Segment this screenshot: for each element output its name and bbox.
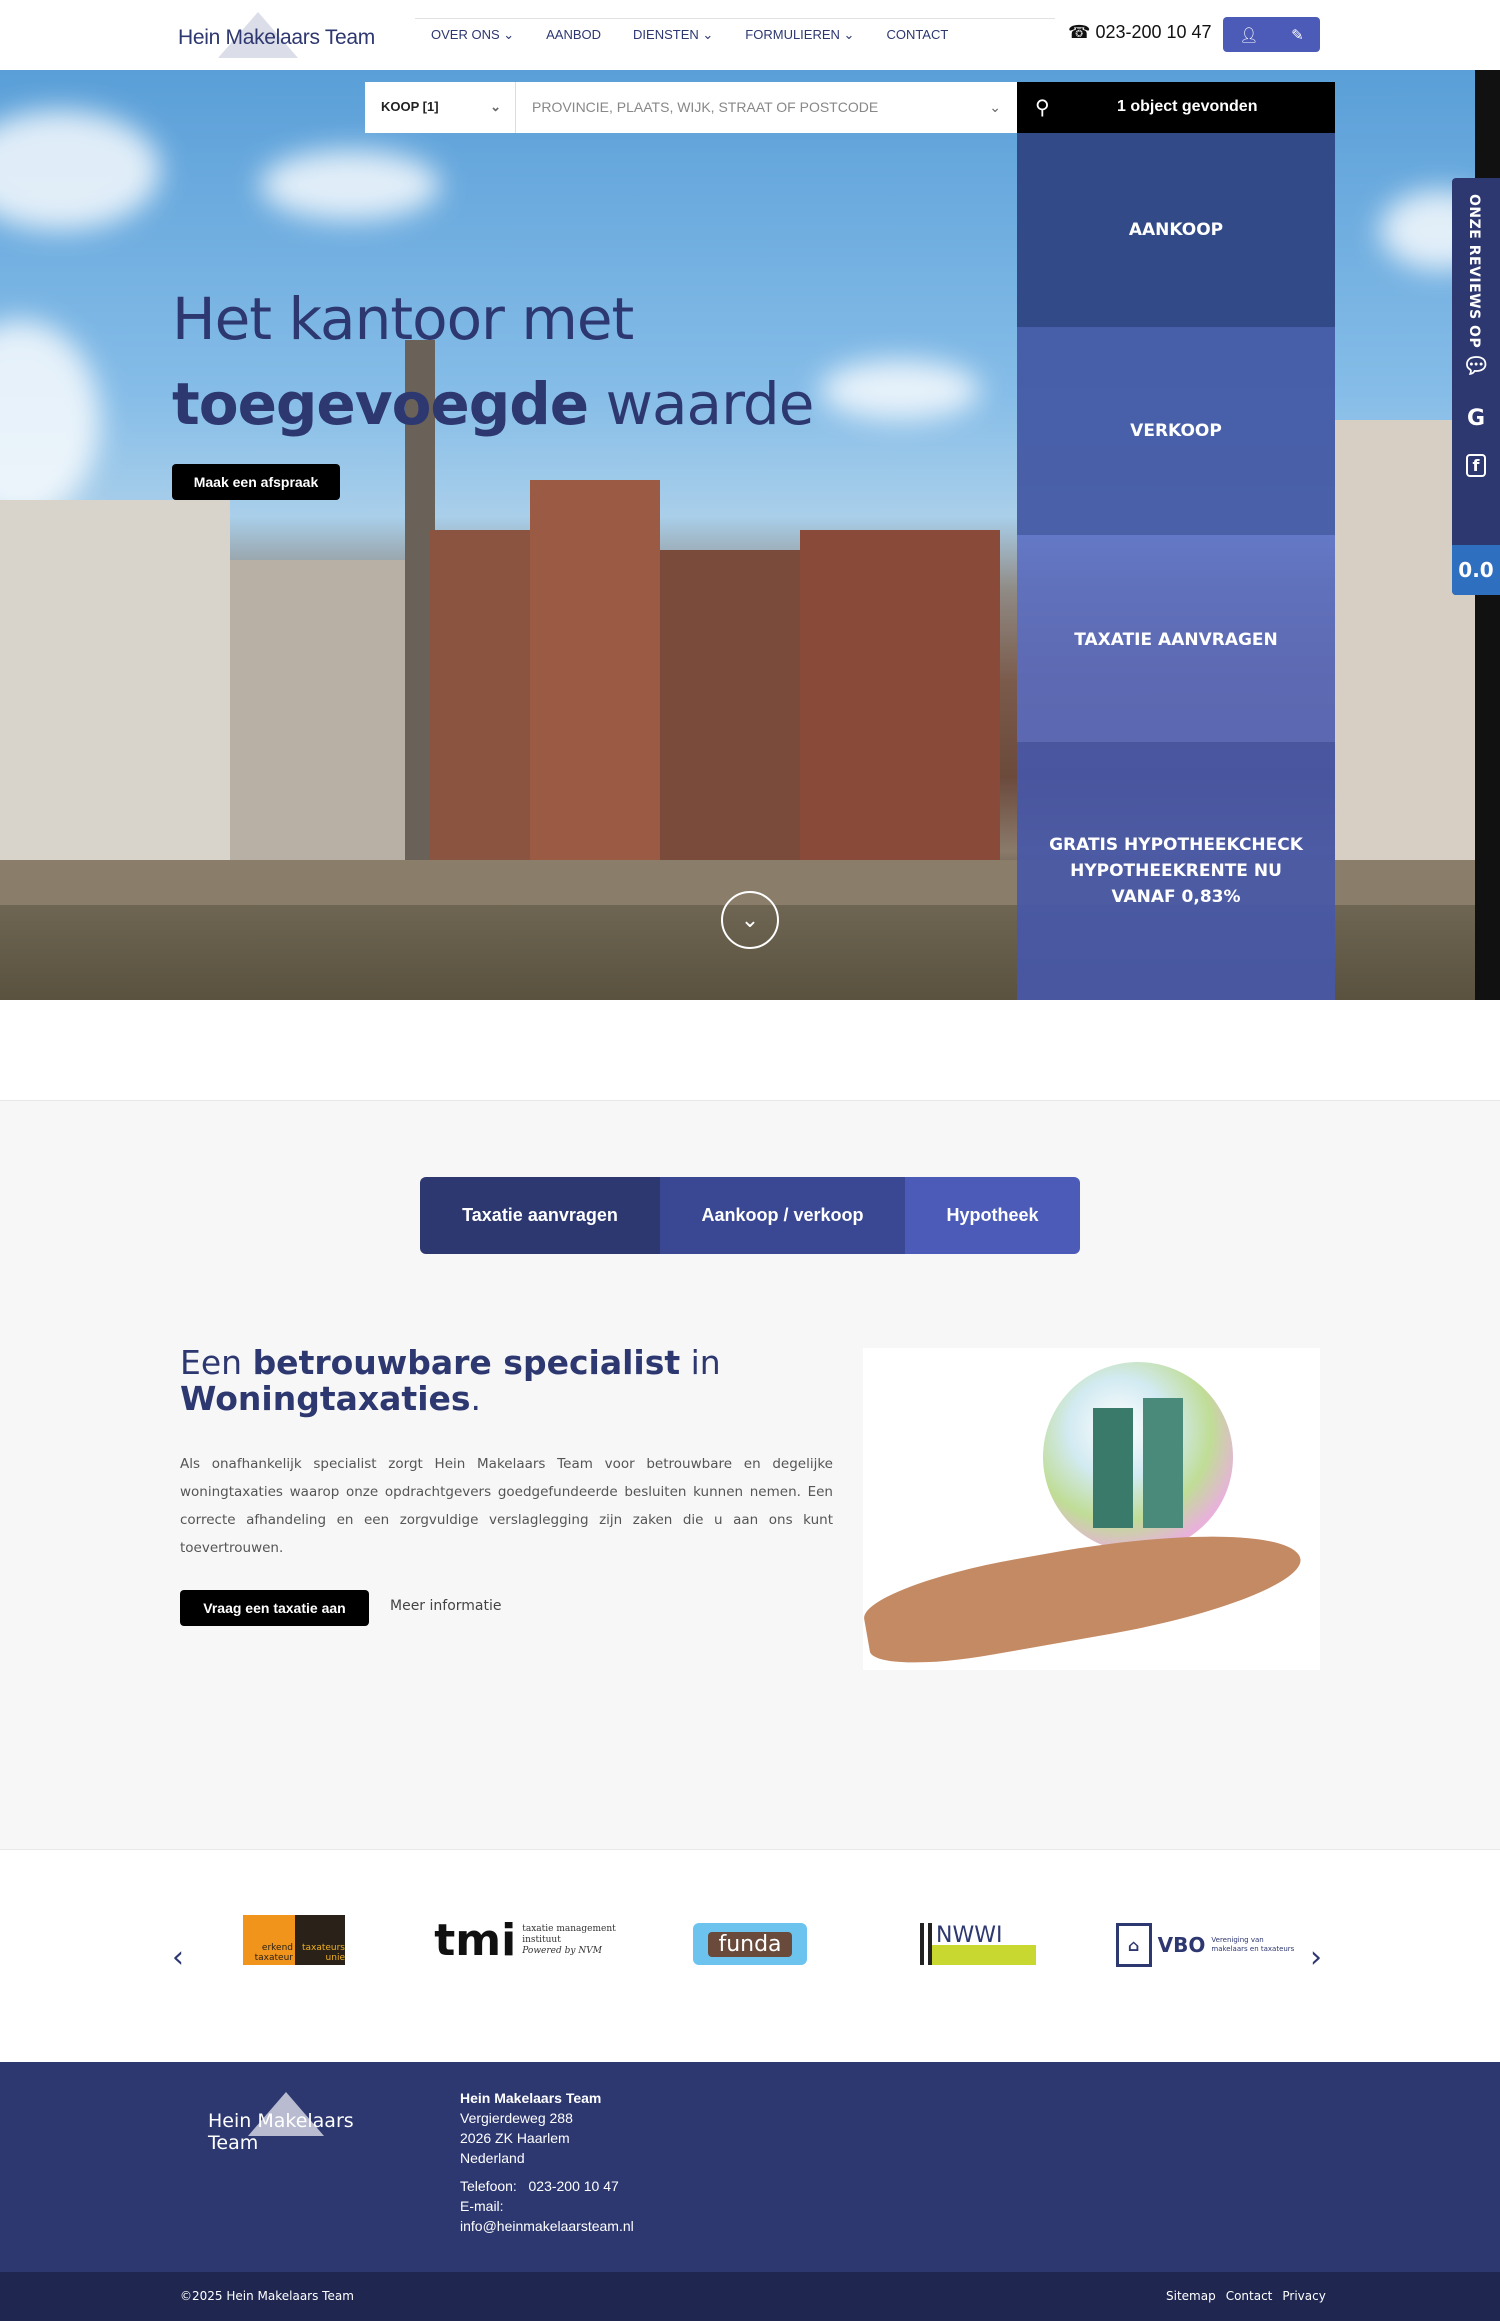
chat-star-icon[interactable]: 💬︎ [1452,354,1500,379]
tile-aankoop[interactable]: AANKOOP [1017,133,1335,327]
taxatie-button[interactable]: Vraag een taxatie aan [180,1590,369,1626]
chevron-down-icon: ⌄ [490,99,501,114]
footer-email-link[interactable]: info@heinmakelaarsteam.nl [460,2218,634,2234]
nav-aanbod[interactable]: AANBOD [530,19,617,52]
hero-title-line1: Het kantoor met [172,285,634,353]
partner-logo-tmi[interactable]: tmi taxatie management instituut Powered by… [425,1910,625,1970]
tab-hypotheek[interactable]: Hypotheek [905,1177,1080,1254]
footer-link-sitemap[interactable]: Sitemap [1166,2289,1216,2303]
facebook-icon[interactable]: f [1452,454,1500,477]
footer-logo[interactable]: Hein Makelaars Team [208,2092,408,2154]
header: Hein Makelaars Team OVER ONS ⌄ AANBOD DI… [0,0,1500,70]
service-tabs: Taxatie aanvragen Aankoop / verkoop Hypo… [420,1177,1080,1254]
bottom-bar: ©2025 Hein Makelaars Team Sitemap Contac… [0,2272,1500,2321]
result-count: 1 object gevonden [1117,98,1258,115]
hand-bubble-image [863,1348,1320,1670]
footer-address: Hein Makelaars Team Vergierdeweg 288 2026 … [460,2090,634,2234]
footer-phone-link[interactable]: 023-200 10 47 [529,2178,619,2194]
hero-title-line2: toegevoegde waarde [172,370,814,438]
logo-text: Hein Makelaars Team [178,26,375,49]
footer-link-privacy[interactable]: Privacy [1282,2289,1325,2303]
tile-hypotheek[interactable]: GRATIS HYPOTHEEKCHECK HYPOTHEEKRENTE NU … [1017,742,1335,1000]
search-icon: ⚲ [1035,97,1050,119]
phone-icon: ☎ [1068,22,1091,42]
vbo-house-icon: ⌂ [1115,1923,1152,1967]
chevron-down-icon: ⌄ [740,907,760,933]
scroll-down-button[interactable]: ⌄ [721,891,779,949]
reviews-label: ONZE REVIEWS OP [1466,194,1482,349]
partner-logo-vbo[interactable]: ⌂ VBO Vereniging van makelaars en taxateurs [1105,1915,1305,1975]
type-select[interactable]: KOOP [1] ⌄ [365,82,516,133]
chevron-down-icon: ⌄ [989,99,1001,115]
section-heading: Een betrouwbare specialist in Woningtaxat… [180,1343,721,1418]
footer: Hein Makelaars Team Hein Makelaars Team V… [0,2062,1500,2272]
main-nav: OVER ONS ⌄ AANBOD DIENSTEN ⌄ FORMULIEREN… [415,18,1055,52]
copyright: ©2025 Hein Makelaars Team [180,2289,354,2303]
nav-diensten[interactable]: DIENSTEN ⌄ [617,19,729,52]
tile-verkoop[interactable]: VERKOOP [1017,327,1335,535]
review-score: 0.0 [1452,545,1500,595]
carousel-next-button[interactable]: › [1310,1940,1322,1975]
phone-link[interactable]: ☎ 023-200 10 47 [1068,22,1212,43]
more-info-link[interactable]: Meer informatie [390,1598,502,1614]
tab-taxatie[interactable]: Taxatie aanvragen [420,1177,660,1254]
tab-aankoop-verkoop[interactable]: Aankoop / verkoop [660,1177,905,1254]
carousel-prev-button[interactable]: ‹ [172,1940,184,1975]
nav-over-ons[interactable]: OVER ONS ⌄ [415,19,530,52]
nav-formulieren[interactable]: FORMULIEREN ⌄ [729,19,870,52]
tile-taxatie[interactable]: TAXATIE AANVRAGEN [1017,535,1335,742]
nav-contact[interactable]: CONTACT [870,19,964,52]
section-paragraph: Als onafhankelijk specialist zorgt Hein … [180,1456,833,1556]
partner-logo-taxateurs-unie[interactable]: taxateurs unie erkend taxateur [243,1915,345,1965]
partner-logo-funda[interactable]: funda [693,1923,807,1965]
google-icon[interactable]: G [1452,406,1500,431]
partner-logo-nwwi[interactable]: NWWI [920,1923,1036,1965]
user-icon[interactable]: 👤︎ [1239,26,1258,44]
reviews-widget[interactable]: ONZE REVIEWS OP 💬︎ G f 0.0 [1452,178,1500,595]
footer-link-contact[interactable]: Contact [1226,2289,1273,2303]
pencil-icon[interactable]: ✎ [1291,26,1304,44]
location-input[interactable]: PROVINCIE, PLAATS, WIJK, STRAAT OF POSTC… [516,82,1017,133]
search-button[interactable]: ⚲ 1 object gevonden [1017,82,1335,133]
logo[interactable]: Hein Makelaars Team [178,12,398,60]
appointment-button[interactable]: Maak een afspraak [172,464,340,500]
account-buttons: 👤︎ ✎ [1223,17,1320,52]
